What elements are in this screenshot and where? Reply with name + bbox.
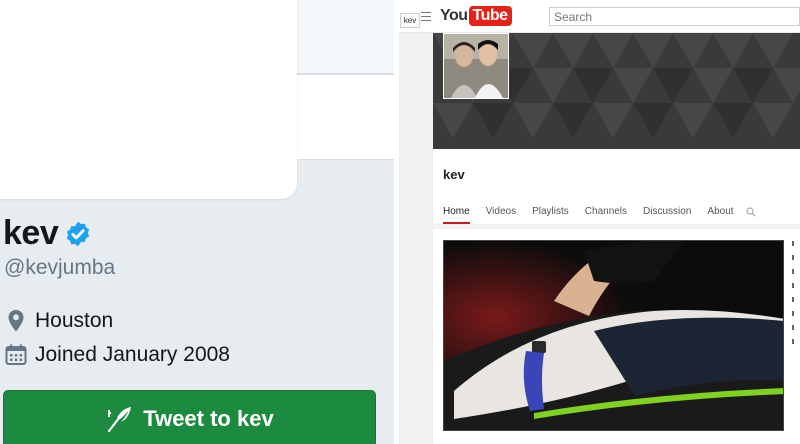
location-text: Houston: [35, 309, 114, 332]
location-pin-icon: [8, 310, 24, 332]
profile-location: Houston: [5, 309, 113, 333]
search-icon[interactable]: [745, 207, 756, 217]
channel-name[interactable]: kev: [443, 167, 465, 182]
related-column-edge: [792, 241, 798, 351]
tab-about[interactable]: About: [707, 203, 733, 224]
channel-tabs: Home Videos Playlists Channels Discussio…: [433, 203, 756, 224]
youtube-header: kev You Tube: [399, 0, 800, 33]
calendar-icon: [5, 344, 27, 365]
search-input[interactable]: [549, 7, 800, 26]
youtube-channel-panel: kev You Tube Search kev Home Videos Play…: [399, 0, 800, 444]
channel-home-content: [433, 229, 800, 444]
video-thumbnail: [444, 241, 783, 430]
tab-playlists[interactable]: Playlists: [532, 203, 569, 224]
profile-handle: @kevjumba: [4, 256, 116, 279]
joined-text: Joined January 2008: [35, 343, 230, 366]
tab-discussion[interactable]: Discussion: [643, 203, 691, 224]
tab-videos[interactable]: Videos: [486, 203, 516, 224]
menu-icon[interactable]: [421, 12, 431, 21]
verified-badge-icon: [67, 221, 90, 246]
featured-video-player[interactable]: [443, 240, 784, 431]
logo-tube-text: Tube: [468, 6, 512, 26]
twitter-profile-panel: kev @kevjumba Houston Joined January 200…: [0, 0, 394, 444]
tweet-to-button[interactable]: Tweet to kev: [3, 390, 376, 444]
channel-info-card: kev Home Videos Playlists Channels Discu…: [433, 149, 800, 224]
profile-joined-date: Joined January 2008: [5, 343, 230, 367]
tweet-to-button-label: Tweet to kev: [143, 406, 274, 431]
logo-you-text: You: [440, 7, 468, 24]
tab-channels[interactable]: Channels: [585, 203, 627, 224]
tab-home[interactable]: Home: [443, 203, 470, 224]
youtube-logo[interactable]: You Tube: [440, 6, 512, 26]
channel-avatar[interactable]: [443, 33, 509, 99]
profile-avatar[interactable]: [0, 0, 297, 199]
profile-name-text: kev: [3, 214, 59, 252]
profile-name: kev: [3, 214, 92, 253]
account-chip[interactable]: kev: [400, 13, 420, 28]
avatar-photo: [444, 34, 508, 98]
quill-icon: [108, 407, 132, 433]
